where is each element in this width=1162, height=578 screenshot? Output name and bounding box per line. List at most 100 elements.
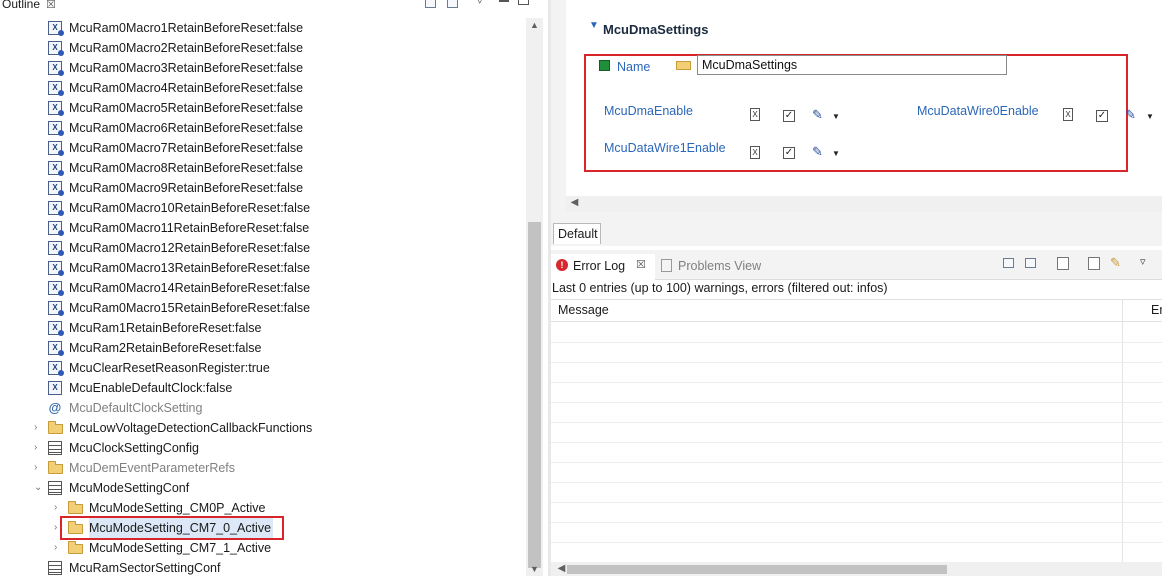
tree-item[interactable]: › McuLowVoltageDetectionCallbackFunctions	[0, 418, 524, 438]
chevron-down-icon[interactable]: ▼	[1146, 112, 1154, 121]
mcu-data-wire0-enable-checkbox[interactable]: ✓	[1096, 110, 1108, 122]
chevron-right-icon[interactable]: ›	[34, 418, 37, 438]
tree-item[interactable]: › McuClockSettingConfig	[0, 438, 524, 458]
column-header-second[interactable]: Er	[1151, 303, 1162, 317]
tree-item[interactable]: X McuRam0Macro9RetainBeforeReset:false	[0, 178, 524, 198]
tree-item[interactable]: X McuRam0Macro2RetainBeforeReset:false	[0, 38, 524, 58]
tree-item-label: McuEnableDefaultClock:false	[69, 381, 233, 395]
tree-item[interactable]: X McuRam0Macro3RetainBeforeReset:false	[0, 58, 524, 78]
name-param-icon	[599, 60, 610, 71]
problems-view-icon	[661, 259, 672, 272]
clear-log-icon[interactable]	[1088, 257, 1100, 270]
tree-item[interactable]: X McuRam0Macro1RetainBeforeReset:false	[0, 18, 524, 38]
tree-item[interactable]: X McuRam0Macro10RetainBeforeReset:false	[0, 198, 524, 218]
section-title: McuDmaSettings	[603, 22, 709, 37]
tree-item-label: McuRam0Macro15RetainBeforeReset:false	[69, 301, 311, 315]
chevron-down-icon[interactable]: ▼	[832, 112, 840, 121]
grid-line	[551, 382, 1162, 383]
grid-line	[551, 422, 1162, 423]
tree-item[interactable]: › McuModeSetting_CM0P_Active	[0, 498, 524, 518]
xb-param-icon: X	[48, 21, 64, 36]
browse-folder-icon[interactable]	[676, 61, 691, 70]
chevron-right-icon[interactable]: ›	[34, 458, 37, 478]
minimize-icon[interactable]	[499, 0, 509, 2]
section-collapse-icon[interactable]: ▼	[589, 20, 599, 31]
problems-view-tab-label[interactable]: Problems View	[678, 259, 761, 273]
tree-item[interactable]: X McuRam0Macro4RetainBeforeReset:false	[0, 78, 524, 98]
tree-item[interactable]: X McuRam0Macro8RetainBeforeReset:false	[0, 158, 524, 178]
tree-item[interactable]: X McuRam0Macro5RetainBeforeReset:false	[0, 98, 524, 118]
collapse-all-icon[interactable]	[447, 0, 458, 8]
column-header-message[interactable]: Message	[558, 303, 609, 317]
tree-item[interactable]: X McuRam0Macro15RetainBeforeReset:false	[0, 298, 524, 318]
tree-item-label: McuDefaultClockSetting	[69, 401, 203, 415]
tree-item-label: McuDemEventParameterRefs	[69, 461, 236, 475]
mcu-data-wire1-enable-checkbox[interactable]: ✓	[783, 147, 795, 159]
error-log-status: Last 0 entries (up to 100) warnings, err…	[552, 281, 888, 295]
tree-item[interactable]: X McuRam0Macro11RetainBeforeReset:false	[0, 218, 524, 238]
scroll-left-icon[interactable]: ◀	[566, 197, 583, 208]
tree-item[interactable]: X McuEnableDefaultClock:false	[0, 378, 524, 398]
tree-item-label: McuRam0Macro10RetainBeforeReset:false	[69, 201, 311, 215]
tab-outline[interactable]: Outline ☒	[0, 0, 56, 12]
tree-item[interactable]: X McuRam0Macro12RetainBeforeReset:false	[0, 238, 524, 258]
maximize-icon[interactable]	[518, 0, 529, 5]
edit-tool-icon[interactable]: ✎	[1125, 107, 1136, 123]
chevron-right-icon[interactable]: ›	[54, 538, 57, 558]
outline-scroll-thumb[interactable]	[528, 222, 541, 568]
chevron-down-icon[interactable]: ▼	[832, 149, 840, 158]
xb-param-icon: X	[48, 161, 64, 176]
tree-item[interactable]: McuRamSectorSettingConf	[0, 558, 524, 578]
view-menu-icon[interactable]: ▿	[1140, 255, 1146, 268]
tree-item[interactable]: X McuRam2RetainBeforeReset:false	[0, 338, 524, 358]
chevron-right-icon[interactable]: ›	[34, 438, 37, 458]
xb-param-icon: X	[48, 181, 64, 196]
tree-item[interactable]: @ McuDefaultClockSetting	[0, 398, 524, 418]
mcu-dma-enable-label: McuDmaEnable	[604, 104, 693, 118]
tree-item[interactable]: ⌄ McuModeSettingConf	[0, 478, 524, 498]
chevron-down-icon[interactable]: ⌄	[34, 478, 42, 498]
close-icon[interactable]: ☒	[46, 0, 56, 13]
scroll-down-icon[interactable]: ▼	[526, 564, 543, 574]
tree-item[interactable]: X McuRam0Macro13RetainBeforeReset:false	[0, 258, 524, 278]
error-log-header	[551, 299, 1162, 322]
scroll-up-icon[interactable]: ▲	[526, 20, 543, 30]
xb-param-icon: X	[48, 321, 64, 336]
column-divider[interactable]	[1122, 299, 1123, 576]
mcu-dma-enable-checkbox[interactable]: ✓	[783, 110, 795, 122]
xb-param-icon: X	[48, 81, 64, 96]
xb-param-icon: X	[48, 101, 64, 116]
tree-item-label: McuRam0Macro1RetainBeforeReset:false	[69, 21, 304, 35]
tree-item[interactable]: X McuClearResetReasonRegister:true	[0, 358, 524, 378]
scroll-left-icon[interactable]: ◀	[553, 563, 570, 574]
grid-line	[551, 542, 1162, 543]
tree-item[interactable]: X McuRam1RetainBeforeReset:false	[0, 318, 524, 338]
view-menu-icon[interactable]: ▿	[477, 0, 483, 7]
xb-param-icon: X	[48, 281, 64, 296]
tree-item[interactable]: X McuRam0Macro7RetainBeforeReset:false	[0, 138, 524, 158]
chevron-right-icon[interactable]: ›	[54, 498, 57, 518]
tree-item[interactable]: › McuModeSetting_CM7_1_Active	[0, 538, 524, 558]
export-log-icon[interactable]	[1057, 257, 1069, 270]
tree-item-label: McuRam2RetainBeforeReset:false	[69, 341, 262, 355]
xb-param-icon: X	[48, 141, 64, 156]
editor-hscrollbar[interactable]	[566, 196, 1162, 212]
outline-tab-label: Outline	[2, 0, 41, 11]
tree-item[interactable]: X McuRam0Macro6RetainBeforeReset:false	[0, 118, 524, 138]
expand-all-icon[interactable]	[425, 0, 436, 8]
name-field[interactable]	[697, 55, 1007, 75]
error-log-hscroll-thumb[interactable]	[567, 565, 947, 574]
tree-item[interactable]: X McuRam0Macro14RetainBeforeReset:false	[0, 278, 524, 298]
tree-item-label: McuModeSettingConf	[69, 481, 190, 495]
tree-item[interactable]: › McuDemEventParameterRefs	[0, 458, 524, 478]
collapse-all-icon[interactable]	[1003, 258, 1014, 268]
expand-all-icon[interactable]	[1025, 258, 1036, 268]
close-icon[interactable]: ☒	[636, 258, 646, 271]
folder-icon	[68, 501, 83, 514]
grid-line	[551, 462, 1162, 463]
edit-tool-icon[interactable]: ✎	[812, 107, 823, 123]
open-log-icon[interactable]: ✎	[1110, 255, 1121, 271]
edit-tool-icon[interactable]: ✎	[812, 144, 823, 160]
chevron-right-icon[interactable]: ›	[54, 518, 57, 538]
tab-default[interactable]: Default	[553, 223, 601, 244]
